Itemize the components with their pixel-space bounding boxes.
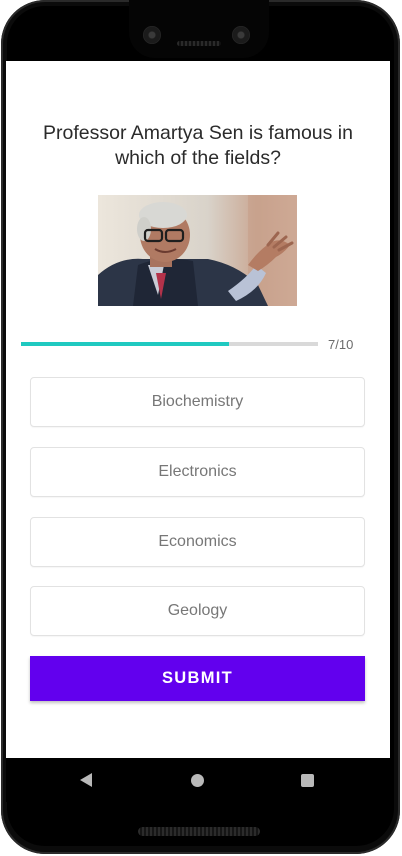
bottom-speaker [138,827,260,836]
question-image [98,195,297,306]
recents-square-icon[interactable] [301,774,314,787]
option-economics[interactable]: Economics [30,517,365,567]
device-frame: Professor Amartya Sen is famous in which… [0,0,402,856]
back-triangle-icon[interactable] [80,773,92,787]
earpiece-speaker [177,41,221,46]
front-sensor-icon [232,26,250,44]
portrait-image [98,195,297,306]
option-biochemistry[interactable]: Biochemistry [30,377,365,427]
option-geology[interactable]: Geology [30,586,365,636]
option-electronics[interactable]: Electronics [30,447,365,497]
app-screen: Professor Amartya Sen is famous in which… [6,61,390,758]
front-camera-icon [143,26,161,44]
question-text: Professor Amartya Sen is famous in which… [43,122,353,169]
progress-counter: 7/10 [328,337,354,352]
quiz-progress-fill [21,342,229,346]
home-circle-icon[interactable] [191,774,204,787]
submit-button[interactable]: SUBMIT [30,656,365,701]
quiz-progress-bar [21,342,318,346]
system-navigation-bar [6,758,390,802]
